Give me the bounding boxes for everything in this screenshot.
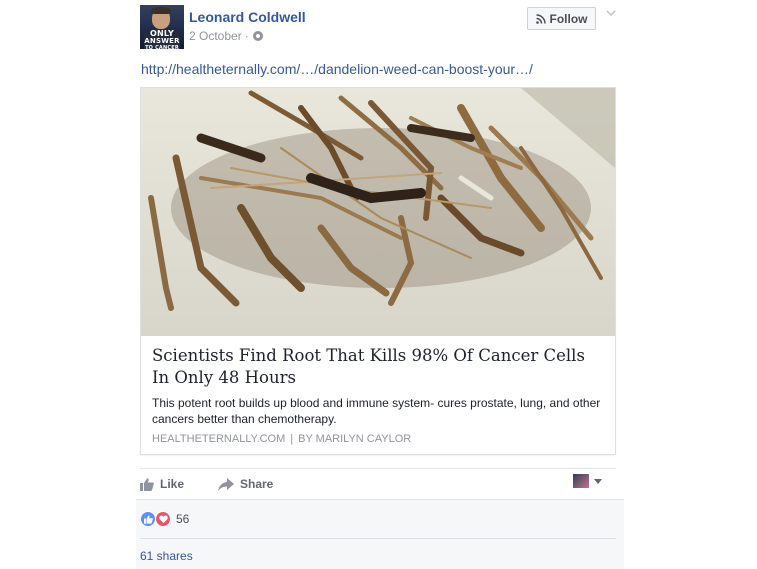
globe-icon[interactable]: [252, 31, 263, 41]
link-preview-title[interactable]: Scientists Find Root That Kills 98% Of C…: [152, 345, 602, 389]
share-label: Share: [240, 477, 274, 491]
actions-divider: [140, 468, 616, 469]
post-actions-bar: Like Share: [140, 470, 616, 498]
share-arrow-icon: [218, 477, 234, 491]
roots-photo-illustration: [141, 88, 615, 336]
chevron-down-icon[interactable]: [606, 8, 616, 18]
feed-post: ONLY ANSWER TO CANCER Leonard Coldwell 2…: [136, 0, 624, 569]
source-separator: |: [290, 433, 294, 445]
follow-label: Follow: [549, 11, 588, 26]
footer-divider: [140, 538, 616, 539]
share-button[interactable]: Share: [218, 470, 273, 498]
link-preview-source: HEALTHETERNALLY.COM | BY MARILYN CAYLOR: [152, 433, 411, 445]
link-preview-card[interactable]: Scientists Find Root That Kills 98% Of C…: [140, 87, 616, 455]
post-footer: 56 61 shares: [136, 499, 624, 569]
shared-url-link[interactable]: http://healtheternally.com/…/dandelion-w…: [141, 61, 533, 77]
link-preview-description: This potent root builds up blood and imm…: [152, 396, 601, 426]
profile-thumbnail: [573, 474, 589, 488]
rss-icon: [535, 13, 546, 24]
avatar-caption-line: ANSWER: [144, 37, 180, 45]
author-name-link[interactable]: Leonard Coldwell: [189, 9, 306, 25]
post-meta: 2 October ·: [189, 29, 263, 43]
like-label: Like: [160, 477, 185, 491]
reactions-summary[interactable]: 56: [140, 511, 189, 527]
avatar-hair: [151, 7, 171, 14]
link-preview-image[interactable]: [141, 88, 615, 336]
love-reaction-icon: [155, 511, 171, 527]
shares-count-link[interactable]: 61 shares: [140, 549, 193, 563]
post-date-link[interactable]: 2 October: [189, 29, 242, 43]
like-button[interactable]: Like: [140, 470, 184, 498]
meta-separator: ·: [244, 29, 249, 43]
like-reaction-icon: [140, 511, 156, 527]
author-avatar[interactable]: ONLY ANSWER TO CANCER: [140, 5, 184, 49]
reaction-count: 56: [176, 512, 190, 526]
thumbs-up-icon: [140, 477, 154, 491]
source-author: BY MARILYN CAYLOR: [298, 433, 412, 445]
comment-as-selector[interactable]: [573, 474, 602, 488]
source-domain: HEALTHETERNALLY.COM: [152, 433, 286, 445]
avatar-caption-line: TO CANCER: [145, 45, 179, 49]
caret-down-icon: [594, 478, 602, 484]
follow-button[interactable]: Follow: [527, 7, 596, 30]
